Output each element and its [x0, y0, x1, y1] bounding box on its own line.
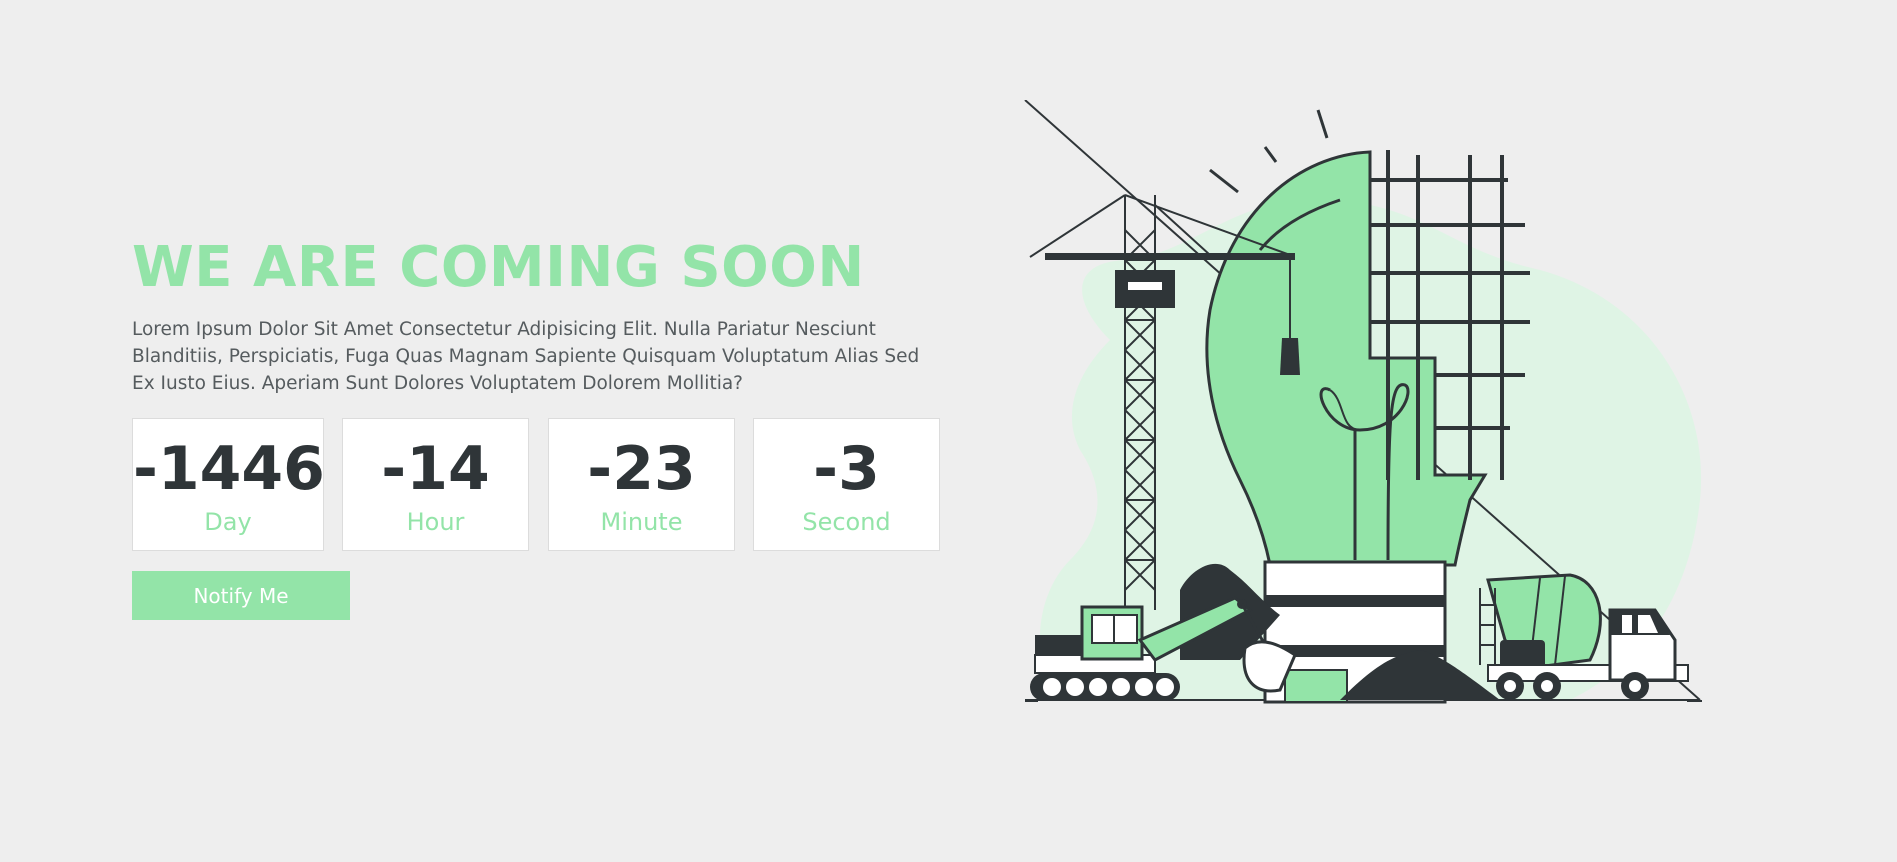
countdown-hour-label: Hour: [406, 508, 465, 536]
construction-lightbulb-illustration: [1024, 100, 1702, 704]
countdown-second-box: -3 Second: [753, 418, 940, 551]
hero-section: WE ARE COMING SOON Lorem Ipsum Dolor Sit…: [132, 228, 952, 553]
coming-soon-page: WE ARE COMING SOON Lorem Ipsum Dolor Sit…: [0, 0, 1897, 862]
crane-hook-weight: [1280, 338, 1300, 375]
countdown-second-value: -3: [813, 434, 880, 504]
countdown-hour-box: -14 Hour: [342, 418, 529, 551]
page-title: WE ARE COMING SOON: [132, 235, 865, 300]
countdown-day-label: Day: [204, 508, 252, 536]
countdown-day-value: -1446: [133, 434, 325, 504]
countdown-minute-box: -23 Minute: [548, 418, 735, 551]
countdown-hour-value: -14: [381, 434, 490, 504]
countdown-second-label: Second: [802, 508, 891, 536]
notify-me-button[interactable]: Notify Me: [132, 571, 350, 620]
page-description: Lorem Ipsum Dolor Sit Amet Consectetur A…: [132, 319, 920, 394]
countdown-minute-value: -23: [587, 434, 696, 504]
countdown-timer: -1446 Day -14 Hour -23 Minute -3 Second: [132, 418, 952, 553]
countdown-minute-label: Minute: [600, 508, 683, 536]
countdown-day-box: -1446 Day: [132, 418, 325, 551]
